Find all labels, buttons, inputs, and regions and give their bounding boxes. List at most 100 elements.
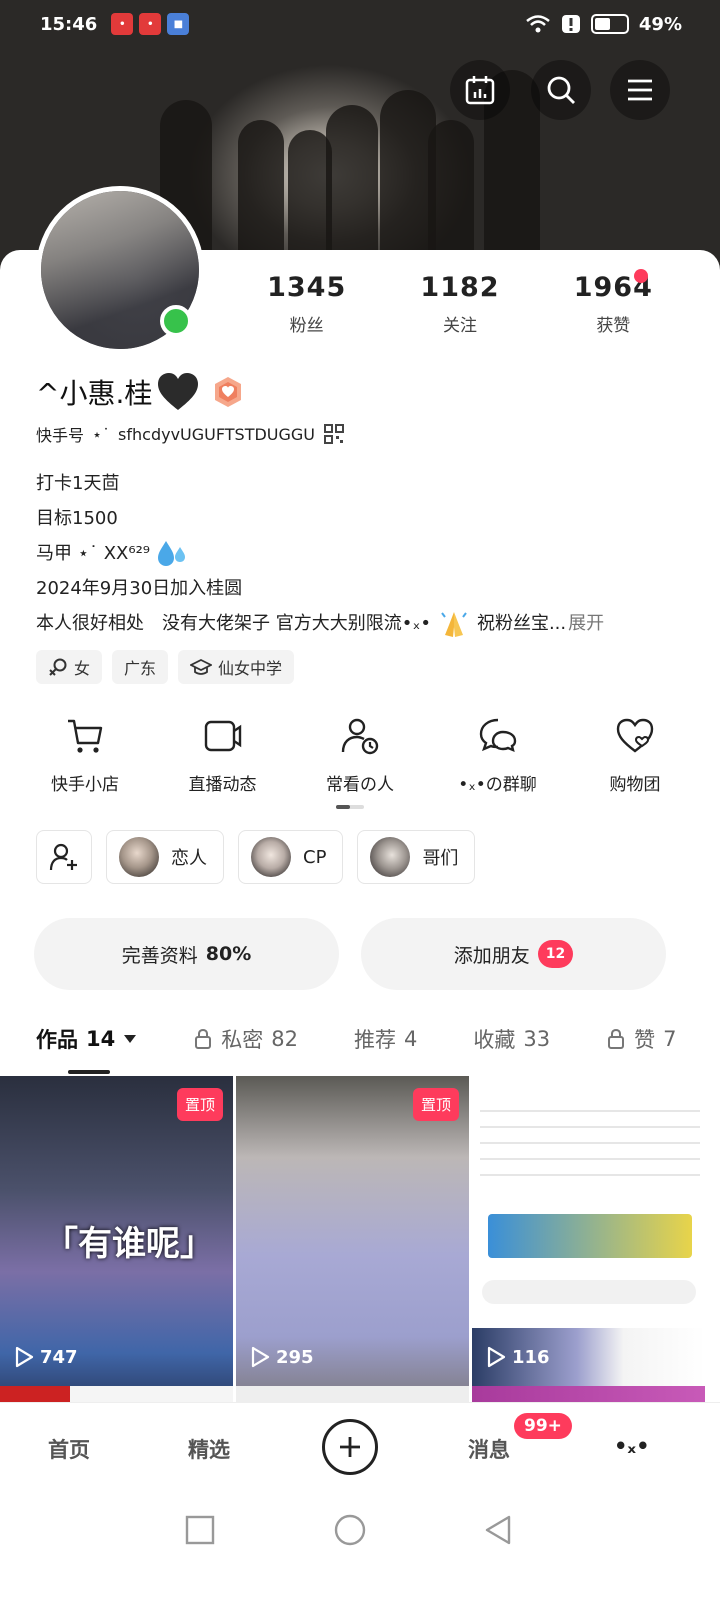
kuaishou-id-row[interactable]: 快手号 ⋆˙ sfhcdyvUGUFTSTDUGGU <box>36 422 345 446</box>
play-icon <box>487 1346 506 1368</box>
video-grid: 置顶 「有谁呢」 747 置顶 295 116 <box>0 1076 720 1402</box>
stat-followers[interactable]: 1345 粉丝 <box>230 272 383 336</box>
sparkle-icon: ⋆˙ <box>92 424 111 444</box>
profile-tags: 女 广东 仙女中学 <box>36 650 295 684</box>
back-icon[interactable] <box>482 1514 514 1546</box>
group-avatar <box>370 837 411 877</box>
calendar-button[interactable] <box>450 60 510 120</box>
menu-icon <box>628 79 652 101</box>
feature-live[interactable]: 直播动态 <box>158 716 288 795</box>
kuaishou-id: sfhcdyvUGUFTSTDUGGU <box>118 424 316 444</box>
heart-icon <box>616 718 654 753</box>
tab-label: 私密 <box>221 1028 264 1052</box>
bio-line: 打卡1天茴 <box>36 473 120 494</box>
next-row-preview <box>0 1386 720 1402</box>
group-label: 恋人 <box>171 848 207 869</box>
friend-groups: 恋人 CP 哥们 <box>36 830 476 884</box>
group-chip-cp[interactable]: CP <box>238 830 344 884</box>
folded-hands-icon <box>441 611 467 637</box>
banner-figure <box>428 120 474 270</box>
nav-messages[interactable]: 消息 <box>468 1434 510 1464</box>
home-icon[interactable] <box>333 1513 367 1547</box>
tag-label: 广东 <box>124 659 157 678</box>
add-friends-button[interactable]: 添加朋友 12 <box>361 918 666 990</box>
next-thumbnail-edge <box>472 1386 705 1402</box>
stat-label: 关注 <box>442 316 477 336</box>
menu-button[interactable] <box>610 60 670 120</box>
lock-icon <box>195 1028 212 1049</box>
tab-favorites[interactable]: 收藏 33 <box>473 1024 550 1054</box>
next-thumbnail-edge <box>0 1386 233 1402</box>
stat-following[interactable]: 1182 关注 <box>383 272 536 336</box>
content-tabs: 作品 14 私密 82 推荐 4 收藏 33 赞 7 <box>36 1024 720 1054</box>
search-button[interactable] <box>531 60 591 120</box>
group-chip-lovers[interactable]: 恋人 <box>106 830 224 884</box>
tab-label: 收藏 <box>473 1028 516 1052</box>
pinned-badge: 置顶 <box>412 1088 459 1121</box>
chevron-down-icon <box>124 1035 137 1043</box>
group-chip-bros[interactable]: 哥们 <box>357 830 476 884</box>
group-avatar <box>119 837 159 877</box>
thumbnail-banner-text <box>488 1214 692 1258</box>
complete-profile-button[interactable]: 完善资料 80% <box>34 918 339 990</box>
nav-home[interactable]: 首页 <box>48 1434 90 1464</box>
status-time: 15:46 <box>40 13 98 35</box>
black-heart-icon <box>158 373 199 410</box>
battery-icon <box>590 14 629 34</box>
add-friends-badge: 12 <box>537 940 574 968</box>
feature-frequent[interactable]: 常看の人 <box>295 716 425 795</box>
female-icon <box>49 658 67 676</box>
level-badge-icon[interactable] <box>212 376 244 408</box>
nav-more[interactable]: •ₓ• <box>614 1434 650 1458</box>
tab-recommended[interactable]: 推荐 4 <box>354 1024 417 1054</box>
bio-line: 马甲 ⋆˙ XX⁶²⁹ <box>36 536 604 571</box>
bio-line-text: 祝粉丝宝... <box>476 613 567 634</box>
feature-shop[interactable]: 快手小店 <box>20 716 150 795</box>
alert-icon <box>561 15 580 33</box>
feature-row: 快手小店 直播动态 常看の人 •ₓ•の群聊 购物团 <box>20 716 700 795</box>
tab-label: 赞 <box>634 1028 656 1052</box>
tab-label: 作品 <box>36 1028 78 1052</box>
feature-group-chat[interactable]: •ₓ•の群聊 <box>433 716 563 795</box>
user-clock-icon <box>341 718 379 755</box>
bio-line: 2024年9月30日加入桂圆 <box>36 578 243 599</box>
group-label: 哥们 <box>422 848 459 869</box>
battery-percent: 49% <box>638 13 682 35</box>
qr-code-icon[interactable] <box>323 423 345 445</box>
stat-likes[interactable]: 1964 获赞 <box>537 272 690 336</box>
video-thumbnail[interactable]: 置顶 295 <box>236 1076 469 1402</box>
tab-private[interactable]: 私密 82 <box>193 1024 298 1054</box>
tab-works[interactable]: 作品 14 <box>36 1024 137 1054</box>
play-count: 295 <box>250 1346 314 1368</box>
play-count-value: 116 <box>512 1346 550 1368</box>
app-notification-icon: ■ <box>167 13 190 35</box>
sweat-droplets-icon <box>158 540 186 566</box>
play-count: 116 <box>486 1346 550 1368</box>
profile-actions: 完善资料 80% 添加朋友 12 <box>34 918 666 990</box>
group-label: CP <box>303 846 327 868</box>
add-friends-label: 添加朋友 <box>453 944 530 967</box>
video-thumbnail[interactable]: 116 <box>472 1076 705 1402</box>
name-row: ^小惠.桂 <box>36 372 244 412</box>
add-group-button[interactable] <box>36 830 92 884</box>
expand-link[interactable]: 展开 <box>568 606 604 641</box>
tag-label: 女 <box>74 659 91 678</box>
video-overlay-text: 「有谁呢」 <box>44 1224 214 1264</box>
status-bar: 15:46 • • ■ 49% <box>0 0 720 48</box>
tag-location: 广东 <box>112 650 169 684</box>
stat-value: 1182 <box>420 272 500 303</box>
plus-icon <box>340 1437 360 1457</box>
tab-likes[interactable]: 赞 7 <box>606 1024 676 1054</box>
feature-shopping-group[interactable]: 购物团 <box>570 716 700 795</box>
create-button[interactable] <box>322 1419 378 1475</box>
play-icon <box>251 1346 270 1368</box>
recent-apps-icon[interactable] <box>184 1514 216 1546</box>
tab-count: 14 <box>86 1027 116 1051</box>
nav-featured[interactable]: 精选 <box>188 1434 230 1464</box>
stat-label: 获赞 <box>596 316 631 336</box>
video-thumbnail[interactable]: 置顶 「有谁呢」 747 <box>0 1076 233 1402</box>
banner-figure <box>238 120 284 270</box>
stat-label: 粉丝 <box>289 316 324 336</box>
system-navigation-bar <box>0 1492 720 1612</box>
tag-label: 仙女中学 <box>218 659 283 678</box>
